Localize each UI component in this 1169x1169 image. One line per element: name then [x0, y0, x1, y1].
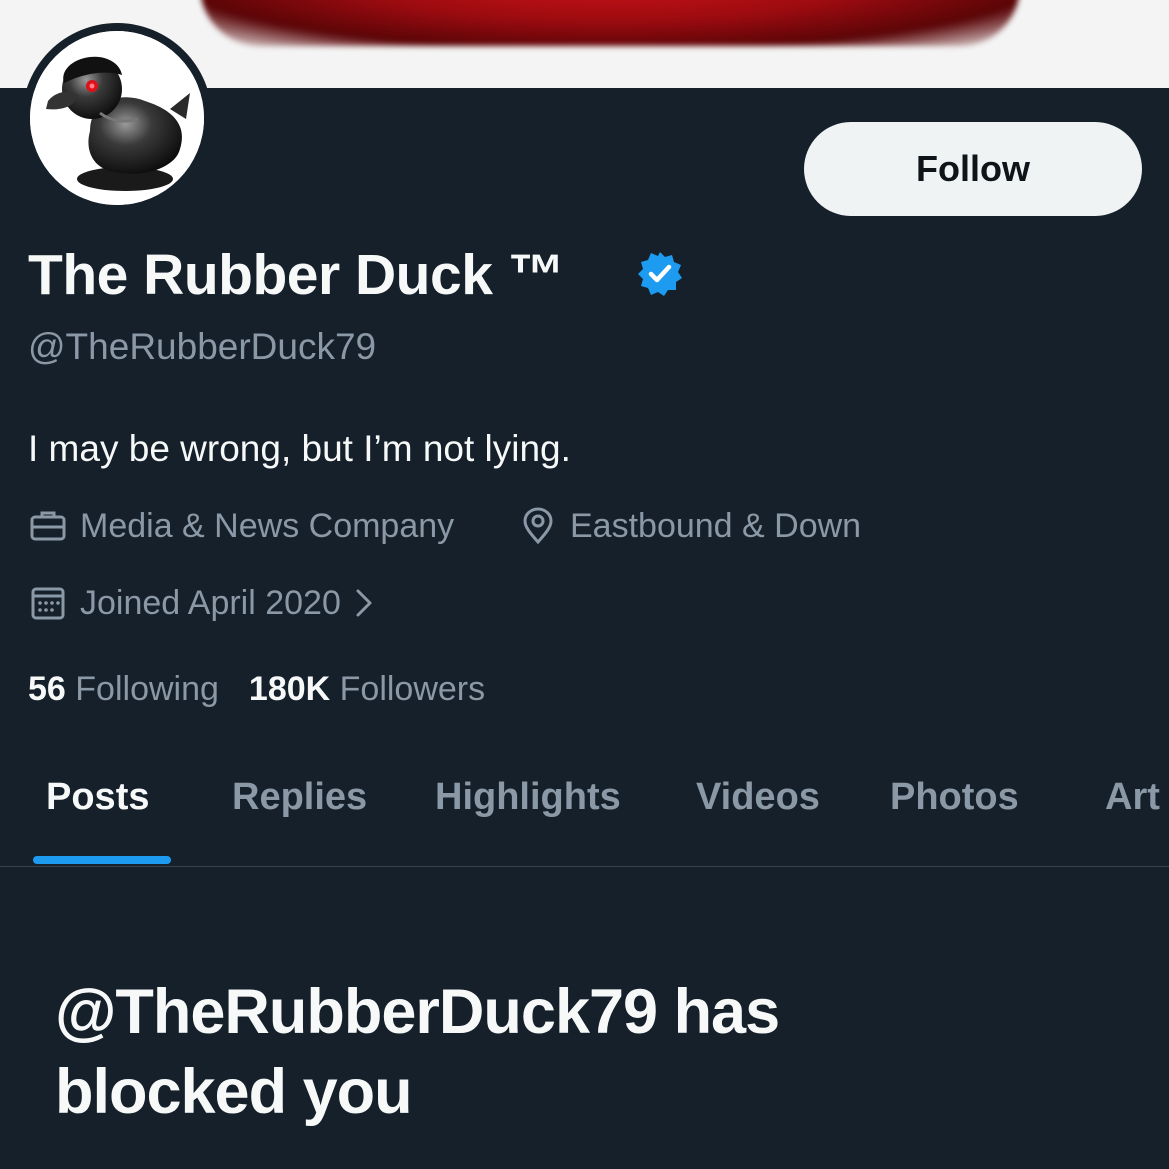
tab-replies[interactable]: Replies	[232, 776, 367, 819]
profile-handle: @TheRubberDuck79	[28, 326, 377, 367]
followers-label: Followers	[339, 670, 486, 708]
tab-highlights[interactable]: Highlights	[435, 776, 621, 819]
banner-image	[200, 0, 1020, 46]
profile-tabs: Posts Replies Highlights Videos Photos A…	[0, 770, 1169, 867]
following-stat[interactable]: 56 Following	[28, 670, 219, 709]
following-count: 56	[28, 670, 66, 708]
profile-bio: I may be wrong, but I’m not lying.	[28, 428, 571, 469]
location-pin-icon	[523, 507, 553, 545]
chevron-right-icon	[356, 589, 372, 617]
tab-videos[interactable]: Videos	[696, 776, 820, 819]
briefcase-icon	[30, 511, 66, 541]
profile-joined[interactable]: Joined April 2020	[28, 583, 391, 623]
tab-photos[interactable]: Photos	[890, 776, 1019, 819]
follow-button[interactable]: Follow	[804, 122, 1142, 216]
category-label: Media & News Company	[80, 506, 455, 545]
following-label: Following	[75, 670, 219, 708]
tab-articles[interactable]: Art	[1105, 776, 1160, 819]
profile-location: Eastbound & Down	[518, 506, 861, 546]
active-tab-indicator	[33, 856, 171, 864]
tab-posts[interactable]: Posts	[46, 776, 149, 819]
rubber-duck-avatar-image	[30, 31, 204, 205]
location-label: Eastbound & Down	[570, 506, 862, 545]
followers-stat[interactable]: 180K Followers	[249, 670, 485, 709]
calendar-icon	[31, 587, 65, 620]
blocked-message-line2: blocked you	[55, 1057, 413, 1127]
joined-label: Joined April 2020	[80, 583, 341, 622]
profile-name: The Rubber Duck ™	[28, 243, 565, 307]
profile-stats: 56 Following 180K Followers	[28, 670, 485, 709]
profile-category: Media & News Company	[28, 506, 454, 546]
followers-count: 180K	[248, 670, 331, 708]
blocked-message-line1: @TheRubberDuck79 has	[55, 977, 780, 1047]
blocked-message: @TheRubberDuck79 has blocked you	[55, 972, 1055, 1132]
verified-badge-icon[interactable]	[636, 250, 684, 298]
avatar[interactable]	[30, 31, 204, 205]
